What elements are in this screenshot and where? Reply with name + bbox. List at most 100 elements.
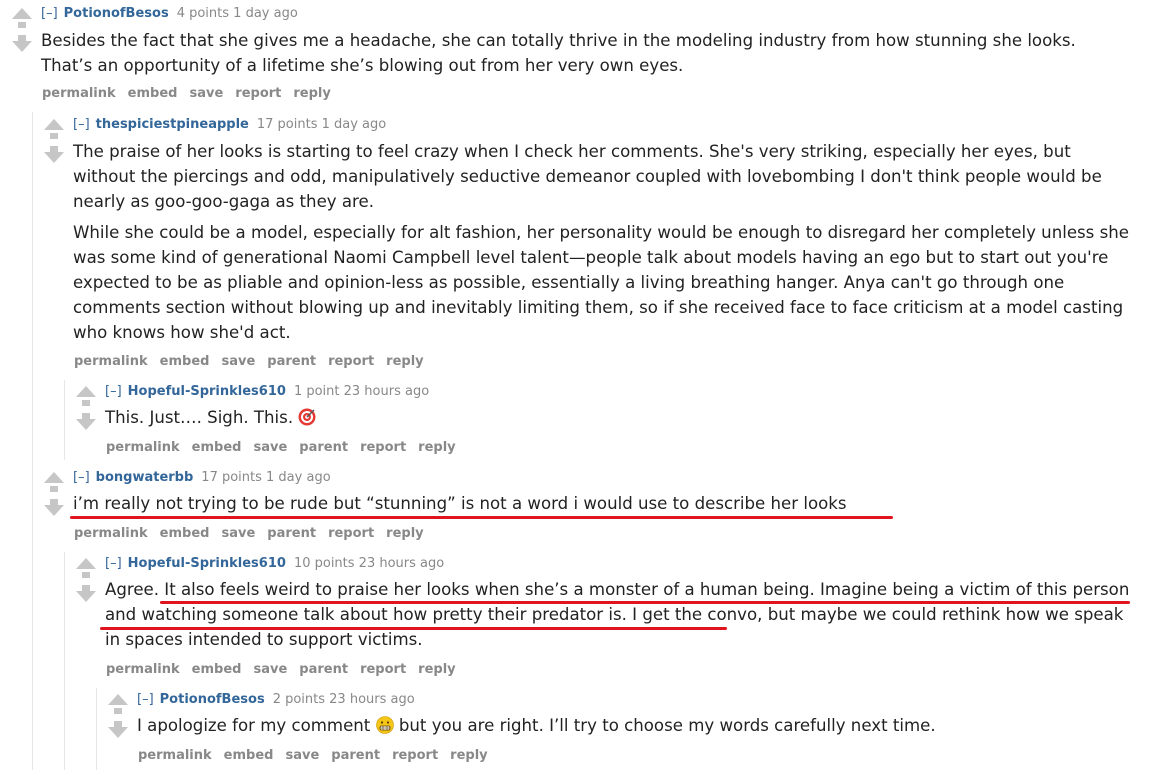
comment-buttons: permalink embed save report reply: [42, 86, 343, 101]
embed-button[interactable]: embed: [128, 86, 178, 101]
comment-paragraph: While she could be a model, especially f…: [73, 223, 1129, 342]
comment-paragraph: Agree. It also feels weird to praise her…: [105, 580, 1130, 649]
permalink-button[interactable]: permalink: [42, 86, 116, 101]
thread-guide: [64, 552, 65, 770]
comment-body: This. Just…. Sigh. This.: [105, 405, 1105, 430]
parent-button[interactable]: parent: [267, 354, 316, 369]
comment-tagline: [–] thespiciestpineapple 17 points 1 day a…: [73, 117, 386, 132]
thread-guide: [64, 380, 65, 460]
collapse-toggle[interactable]: [–]: [137, 692, 154, 707]
comment-buttons: permalink embed save parent report reply: [106, 440, 468, 455]
downvote-arrow-icon[interactable]: [12, 41, 32, 52]
embed-button[interactable]: embed: [192, 662, 242, 677]
comment-body: I apologize for my comment but you are r…: [137, 713, 1127, 738]
comment-buttons: permalink embed save parent report reply: [106, 662, 468, 677]
report-button[interactable]: report: [235, 86, 281, 101]
comment-paragraph: i’m really not trying to be rude but “st…: [73, 494, 847, 513]
upvote-arrow-icon[interactable]: [76, 558, 96, 569]
downvote-arrow-icon[interactable]: [44, 152, 64, 163]
comment-buttons: permalink embed save parent report reply: [74, 354, 436, 369]
vote-arrows: [76, 386, 96, 430]
comment-body: i’m really not trying to be rude but “st…: [73, 491, 1133, 516]
comment-tagline: [–] Hopeful-Sprinkles610 1 point 23 hours …: [105, 384, 429, 399]
reply-button[interactable]: reply: [386, 354, 423, 369]
save-button[interactable]: save: [221, 354, 255, 369]
red-underline-annotation: [100, 627, 727, 630]
report-button[interactable]: report: [360, 440, 406, 455]
parent-button[interactable]: parent: [299, 662, 348, 677]
comment-meta: 1 point 23 hours ago: [293, 384, 430, 399]
reply-button[interactable]: reply: [386, 526, 423, 541]
downvote-arrow-icon[interactable]: [76, 419, 96, 430]
downvote-arrow-icon[interactable]: [76, 591, 96, 602]
save-button[interactable]: save: [285, 748, 319, 763]
vote-arrows: [12, 8, 32, 52]
save-button[interactable]: save: [221, 526, 255, 541]
comment-text: I apologize for my comment: [137, 716, 371, 735]
parent-button[interactable]: parent: [267, 526, 316, 541]
save-button[interactable]: save: [189, 86, 223, 101]
upvote-arrow-icon[interactable]: [12, 8, 32, 19]
reply-button[interactable]: reply: [418, 662, 455, 677]
vote-arrows: [76, 558, 96, 602]
author-link[interactable]: thespiciestpineapple: [96, 117, 249, 132]
comment-paragraph: Besides the fact that she gives me a hea…: [41, 31, 1076, 75]
comment-tagline: [–] Hopeful-Sprinkles610 10 points 23 hour…: [105, 556, 444, 571]
comment-meta: 17 points 1 day ago: [201, 470, 331, 485]
report-button[interactable]: report: [328, 526, 374, 541]
report-button[interactable]: report: [328, 354, 374, 369]
comment-meta: 17 points 1 day ago: [256, 117, 387, 132]
embed-button[interactable]: embed: [160, 526, 210, 541]
collapse-toggle[interactable]: [–]: [73, 117, 90, 132]
embed-button[interactable]: embed: [224, 748, 274, 763]
comment-buttons: permalink embed save parent report reply: [138, 748, 500, 763]
comment-tagline: [–] bongwaterbb 17 points 1 day ago: [73, 470, 331, 485]
upvote-arrow-icon[interactable]: [44, 472, 64, 483]
permalink-button[interactable]: permalink: [138, 748, 212, 763]
comment-text: This. Just…. Sigh. This.: [105, 408, 294, 427]
comment-meta: 2 points 23 hours ago: [272, 692, 415, 707]
vote-arrows: [44, 119, 64, 163]
author-link[interactable]: bongwaterbb: [96, 470, 194, 485]
grimace-emoji-icon: [375, 716, 394, 734]
permalink-button[interactable]: permalink: [74, 526, 148, 541]
collapse-toggle[interactable]: [–]: [73, 470, 90, 485]
comment-buttons: permalink embed save parent report reply: [74, 526, 436, 541]
embed-button[interactable]: embed: [192, 440, 242, 455]
parent-button[interactable]: parent: [299, 440, 348, 455]
permalink-button[interactable]: permalink: [74, 354, 148, 369]
comment-tagline: [–] PotionofBesos 2 points 23 hours ago: [137, 692, 415, 707]
author-link[interactable]: Hopeful-Sprinkles610: [128, 556, 286, 571]
vote-arrows: [108, 694, 128, 738]
reply-button[interactable]: reply: [293, 86, 330, 101]
collapse-toggle[interactable]: [–]: [105, 384, 122, 399]
downvote-arrow-icon[interactable]: [108, 727, 128, 738]
author-link[interactable]: PotionofBesos: [64, 6, 169, 21]
save-button[interactable]: save: [253, 440, 287, 455]
comment-meta: 10 points 23 hours ago: [293, 556, 445, 571]
thread-guide: [96, 688, 97, 770]
comment-body: The praise of her looks is starting to f…: [73, 139, 1133, 345]
embed-button[interactable]: embed: [160, 354, 210, 369]
upvote-arrow-icon[interactable]: [108, 694, 128, 705]
author-link[interactable]: Hopeful-Sprinkles610: [128, 384, 286, 399]
permalink-button[interactable]: permalink: [106, 440, 180, 455]
reply-button[interactable]: reply: [418, 440, 455, 455]
collapse-toggle[interactable]: [–]: [105, 556, 122, 571]
report-button[interactable]: report: [392, 748, 438, 763]
collapse-toggle[interactable]: [–]: [41, 6, 58, 21]
report-button[interactable]: report: [360, 662, 406, 677]
comment-body: Besides the fact that she gives me a hea…: [41, 28, 1111, 78]
author-link[interactable]: PotionofBesos: [160, 692, 265, 707]
parent-button[interactable]: parent: [331, 748, 380, 763]
upvote-arrow-icon[interactable]: [44, 119, 64, 130]
downvote-arrow-icon[interactable]: [44, 505, 64, 516]
comment-tagline: [–] PotionofBesos 4 points 1 day ago: [41, 6, 298, 21]
upvote-arrow-icon[interactable]: [76, 386, 96, 397]
comment-meta: 4 points 1 day ago: [176, 6, 298, 21]
reply-button[interactable]: reply: [450, 748, 487, 763]
comment-text: but you are right. I’ll try to choose my…: [398, 716, 936, 735]
save-button[interactable]: save: [253, 662, 287, 677]
red-underline-annotation: [70, 516, 893, 519]
permalink-button[interactable]: permalink: [106, 662, 180, 677]
